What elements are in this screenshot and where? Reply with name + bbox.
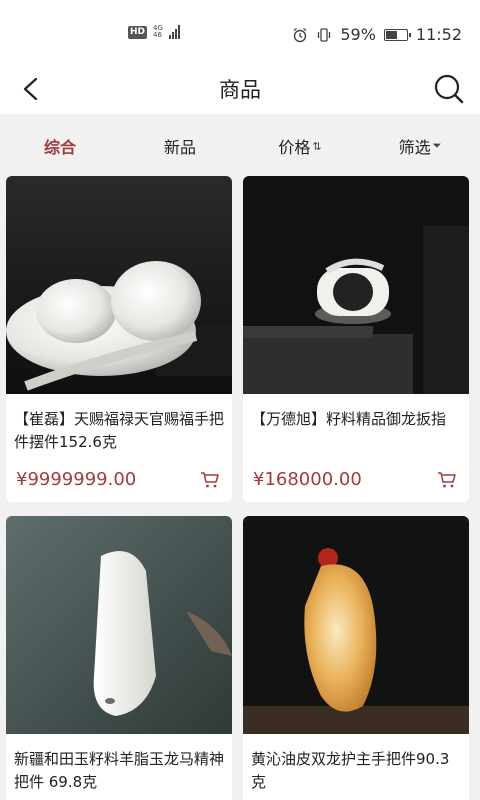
price-row: ¥9999999.00 [16, 469, 220, 490]
product-card[interactable]: 新疆和田玉籽料羊脂玉龙马精神把件 69.8克 [6, 516, 232, 800]
signal-icon [168, 25, 180, 39]
tab-label: 新品 [163, 138, 196, 157]
product-price: ¥168000.00 [253, 469, 362, 490]
tab-label: 综合 [43, 138, 76, 157]
product-card[interactable]: 【万德旭】籽料精品御龙扳指 ¥168000.00 [243, 176, 469, 502]
product-card[interactable]: 【崔磊】天赐福禄天官赐福手把件摆件152.6克 ¥9999999.00 [6, 176, 232, 502]
battery-percent: 59% [340, 25, 376, 44]
tab-price[interactable]: 价格 ⇅ [240, 114, 360, 176]
cart-icon[interactable] [200, 470, 220, 490]
hd-badge: HD [128, 25, 148, 39]
cart-icon[interactable] [437, 470, 457, 490]
tab-label: 价格 [278, 138, 311, 157]
product-title: 【万德旭】籽料精品御龙扳指 [251, 410, 447, 428]
network-type: 4G 46 [153, 25, 163, 39]
tab-new[interactable]: 新品 [120, 114, 240, 176]
search-button[interactable] [432, 70, 466, 108]
sort-filter-tabs: 综合 新品 价格 ⇅ 筛选 ⏷ [0, 114, 480, 176]
status-left: HD 4G 46 [128, 25, 180, 39]
status-bar: HD 4G 46 59% 11:52 [0, 0, 480, 64]
clock: 11:52 [415, 25, 462, 44]
product-title: 黄沁油皮双龙护主手把件90.3克 [251, 750, 450, 791]
network-type-bottom: 46 [153, 31, 162, 39]
alarm-icon [293, 27, 307, 42]
tab-comprehensive[interactable]: 综合 [0, 114, 120, 176]
app-header: 商品 [0, 64, 480, 114]
product-price: ¥9999999.00 [16, 469, 137, 490]
sort-icon: ⇅ [312, 139, 322, 153]
price-row: ¥168000.00 [253, 469, 457, 490]
filter-icon: ⏷ [432, 139, 442, 152]
product-image [6, 176, 232, 394]
tab-label: 筛选 [398, 138, 431, 157]
status-right: 59% 11:52 [292, 25, 462, 44]
search-icon [434, 74, 464, 104]
product-image [243, 516, 469, 734]
vibrate-icon [318, 27, 331, 42]
page-title: 商品 [219, 78, 261, 102]
product-card[interactable]: 黄沁油皮双龙护主手把件90.3克 [243, 516, 469, 800]
product-title: 【崔磊】天赐福禄天官赐福手把件摆件152.6克 [14, 410, 225, 451]
tab-filter[interactable]: 筛选 ⏷ [360, 114, 480, 176]
product-image [6, 516, 232, 734]
product-image [243, 176, 469, 394]
product-title: 新疆和田玉籽料羊脂玉龙马精神把件 69.8克 [14, 750, 225, 791]
battery-icon [383, 28, 411, 41]
